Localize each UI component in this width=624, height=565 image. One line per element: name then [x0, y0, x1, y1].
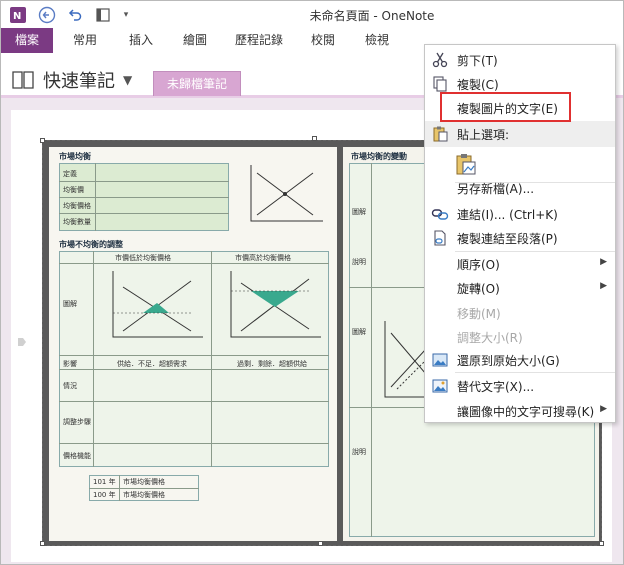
tab-insert[interactable]: 插入 — [119, 28, 163, 53]
scan-surplus-graph — [230, 271, 321, 338]
scan-col-header: 市價高於均衡價格 — [235, 254, 291, 262]
menu-item-move: 移動(M) — [425, 300, 615, 326]
menu-item-label: 替代文字(X)... — [457, 380, 535, 394]
resize-handle[interactable] — [312, 136, 317, 141]
tab-history[interactable]: 歷程記錄 — [229, 28, 289, 53]
scan-heading-equilibrium: 市場均衡 — [59, 152, 91, 161]
scan-col-header: 市價低於均衡價格 — [115, 254, 171, 262]
menu-section-paste-options: 貼上選項: — [425, 121, 615, 147]
copy-icon — [431, 75, 449, 93]
tab-view[interactable]: 檢視 — [355, 28, 399, 53]
notebook-name: 快速筆記 — [43, 71, 115, 92]
scan-row-label: 調整步驟 — [63, 418, 91, 426]
menu-item-label: 移動(M) — [457, 307, 501, 321]
scan-year-note: 市場均衡價格 — [123, 491, 165, 499]
menu-item-link[interactable]: 連結(I)... (Ctrl+K) — [425, 201, 615, 227]
menu-item-rotate[interactable]: 旋轉(O) ▶ — [425, 275, 615, 301]
scan-left-page: 市場均衡 定義 均衡價 均衡價格 均衡數量 市場不均衡的調整 市價低於均衡價格 … — [49, 147, 337, 541]
resize-handle[interactable] — [40, 138, 45, 143]
scan-equilibrium-graph — [250, 165, 323, 222]
resize-handle[interactable] — [40, 541, 45, 546]
scan-row-label: 圖解 — [63, 300, 77, 308]
scan-shortage-graph — [112, 271, 203, 338]
menu-item-label: 剪下(T) — [457, 54, 498, 68]
paragraph-handle-icon[interactable] — [17, 336, 27, 346]
scissors-icon — [431, 51, 449, 69]
alt-text-icon — [431, 377, 449, 395]
paste-picture-icon — [455, 153, 477, 177]
tab-review[interactable]: 校閱 — [301, 28, 345, 53]
menu-item-order[interactable]: 順序(O) ▶ — [425, 251, 615, 277]
title-bar: N ▾ 未命名頁面 - OneNote — [1, 1, 623, 28]
submenu-arrow-icon: ▶ — [600, 257, 607, 267]
scan-row-label: 價格機能 — [63, 452, 91, 460]
menu-item-label: 貼上選項: — [457, 128, 510, 142]
scan-row-label: 均衡價格 — [63, 202, 91, 210]
menu-item-copy-link-to-paragraph[interactable]: 複製連結至段落(P) — [425, 225, 615, 251]
resize-handle[interactable] — [599, 541, 604, 546]
scan-row-label: 均衡價 — [63, 186, 84, 194]
tab-file[interactable]: 檔案 — [1, 28, 53, 53]
scan-row-label: 情況 — [63, 382, 77, 390]
scan-impact-b: 過剩．剩餘．超額供給 — [237, 360, 307, 368]
menu-item-label: 複製(C) — [457, 78, 499, 92]
resize-handle[interactable] — [318, 541, 323, 546]
scan-row-label: 圖解 — [352, 328, 366, 336]
chevron-down-icon: ▼ — [123, 73, 133, 87]
scan-heading-adjustment: 市場不均衡的調整 — [59, 240, 123, 249]
notebook-selector[interactable]: 快速筆記 ▼ — [11, 67, 132, 93]
section-tab-unfiled[interactable]: 未歸檔筆記 — [153, 71, 241, 96]
window-title: 未命名頁面 - OneNote — [309, 9, 435, 23]
menu-item-alt-text[interactable]: 替代文字(X)... — [425, 373, 615, 399]
menu-item-make-searchable[interactable]: 讓圖像中的文字可搜尋(K) ▶ — [425, 398, 615, 424]
tab-home[interactable]: 常用 — [63, 28, 107, 53]
scan-row-label: 說明 — [352, 258, 366, 266]
menu-item-label: 調整大小(R) — [457, 331, 523, 345]
scan-year: 101 年 — [93, 478, 116, 486]
submenu-arrow-icon: ▶ — [600, 404, 607, 414]
menu-item-restore-size[interactable]: 還原到原始大小(G) — [425, 347, 615, 373]
menu-item-save-as[interactable]: 另存新檔(A)... — [425, 175, 615, 201]
scan-impact-a: 供給．不足．超額需求 — [117, 360, 187, 368]
menu-item-label: 還原到原始大小(G) — [457, 354, 560, 368]
scan-row-label: 說明 — [352, 448, 366, 456]
highlight-box — [440, 92, 571, 122]
scan-row-label: 圖解 — [352, 208, 366, 216]
menu-item-label: 另存新檔(A)... — [457, 182, 535, 196]
menu-item-label: 複製連結至段落(P) — [457, 232, 558, 246]
scan-row-label: 定義 — [63, 170, 77, 178]
link-document-icon — [431, 229, 449, 247]
scan-heading-shift: 市場均衡的變動 — [351, 152, 407, 161]
scan-year: 100 年 — [93, 491, 116, 499]
paste-icon — [431, 125, 449, 143]
notebook-icon — [11, 69, 37, 91]
menu-item-label: 旋轉(O) — [457, 282, 500, 296]
tab-draw[interactable]: 繪圖 — [173, 28, 217, 53]
scan-year-note: 市場均衡價格 — [123, 478, 165, 486]
menu-item-cut[interactable]: 剪下(T) — [425, 47, 615, 73]
submenu-arrow-icon: ▶ — [600, 281, 607, 291]
menu-item-label: 順序(O) — [457, 258, 500, 272]
scan-row-label: 影響 — [63, 360, 77, 368]
link-icon — [431, 205, 449, 223]
menu-item-label: 讓圖像中的文字可搜尋(K) — [457, 405, 595, 419]
restore-picture-icon — [431, 351, 449, 369]
menu-item-label: 連結(I)... (Ctrl+K) — [457, 208, 558, 222]
scan-row-label: 均衡數量 — [63, 218, 91, 226]
